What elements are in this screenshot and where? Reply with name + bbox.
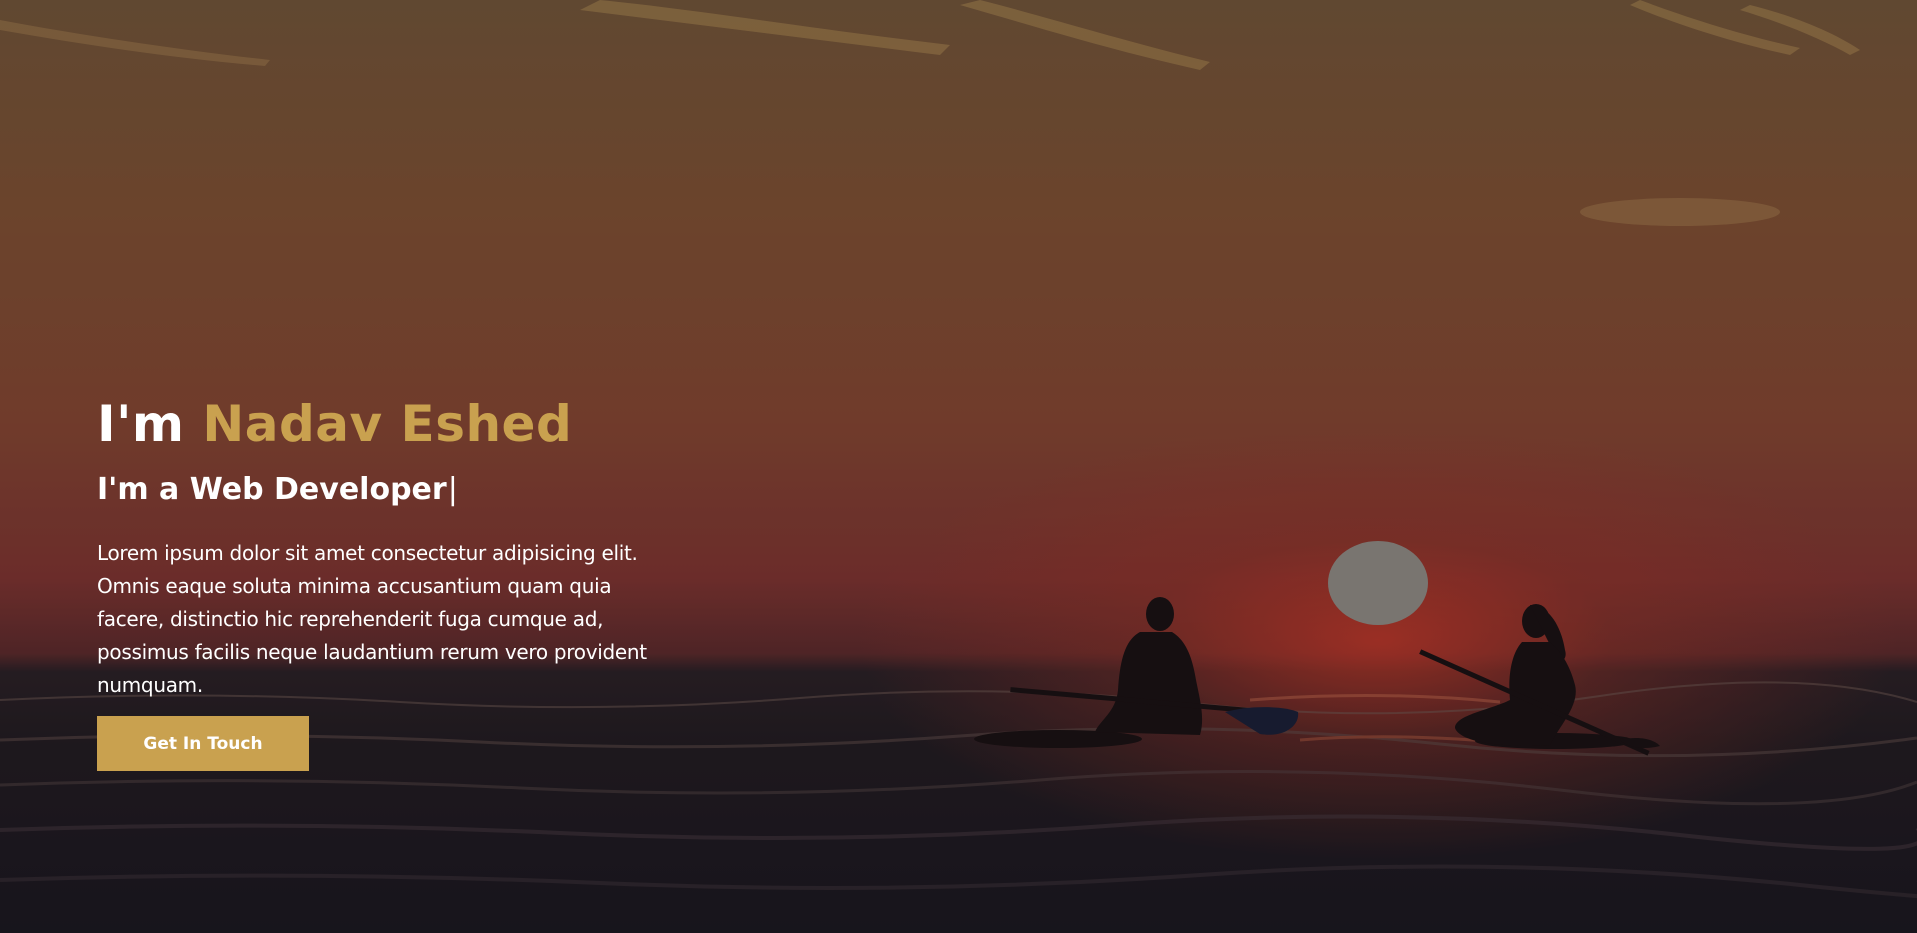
hero-section: I'm Nadav Eshed I'm a Web Developer| Lor…	[0, 0, 1917, 933]
hero-content: I'm Nadav Eshed I'm a Web Developer| Lor…	[97, 392, 677, 771]
hero-description: Lorem ipsum dolor sit amet consectetur a…	[97, 541, 647, 697]
role-typewriter: I'm a Web Developer|	[97, 469, 677, 511]
name-text: Nadav Eshed	[202, 395, 573, 453]
greeting-text: I'm	[97, 395, 203, 453]
role-text: I'm a Web Developer	[97, 472, 447, 507]
typing-cursor: |	[447, 472, 458, 507]
hero-headline: I'm Nadav Eshed	[97, 392, 677, 456]
get-in-touch-button[interactable]: Get In Touch	[97, 716, 309, 771]
